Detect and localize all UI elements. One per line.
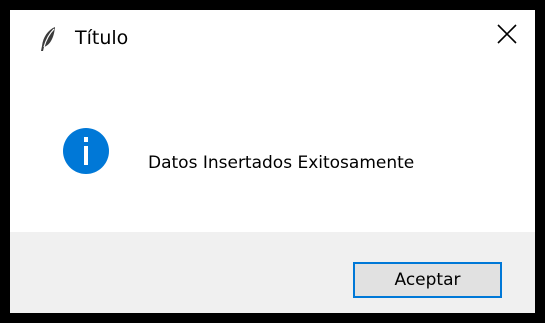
dialog-content: Datos Insertados Exitosamente bbox=[10, 68, 535, 232]
window-title: Título bbox=[75, 27, 129, 49]
info-icon bbox=[62, 127, 110, 175]
accept-button[interactable]: Aceptar bbox=[353, 262, 502, 298]
message-dialog: Título Datos Insertados Exitosamente Ace… bbox=[10, 10, 535, 313]
feather-icon bbox=[38, 26, 60, 52]
accept-button-label: Aceptar bbox=[394, 270, 461, 290]
close-icon bbox=[496, 23, 518, 49]
message-text: Datos Insertados Exitosamente bbox=[148, 153, 415, 173]
close-button[interactable] bbox=[479, 10, 535, 62]
dialog-footer: Aceptar bbox=[10, 232, 535, 313]
title-bar[interactable]: Título bbox=[10, 10, 535, 68]
